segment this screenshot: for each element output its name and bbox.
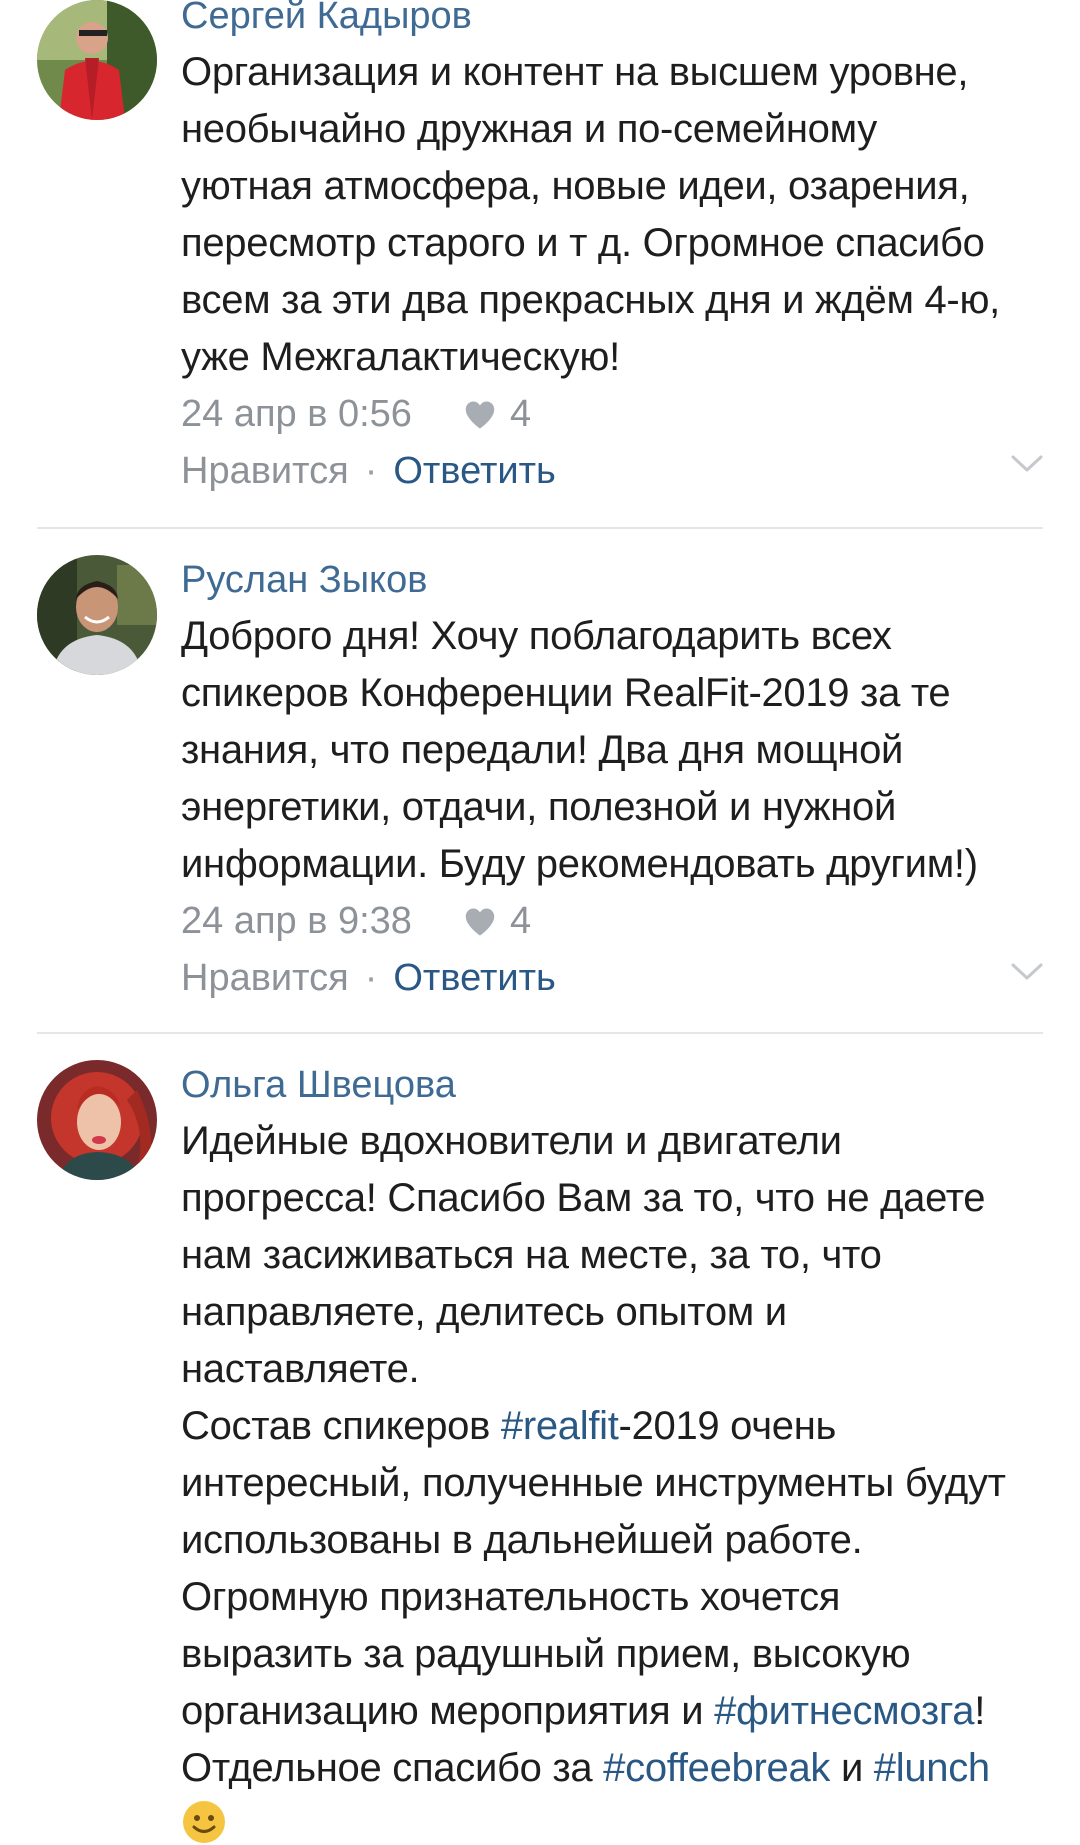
author-name[interactable]: Сергей Кадыров bbox=[181, 0, 1050, 44]
separator: · bbox=[364, 450, 378, 492]
separator: · bbox=[364, 957, 378, 999]
comment-date[interactable]: 24 апр в 9:38 bbox=[181, 893, 412, 950]
reply-button[interactable]: Ответить bbox=[393, 950, 555, 1007]
text-fragment: Идейные вдохновители и двигатели прогрес… bbox=[181, 1119, 986, 1448]
comment-text: Организация и контент на высшем уровне, … bbox=[181, 50, 1000, 379]
divider bbox=[37, 527, 1043, 529]
avatar[interactable] bbox=[37, 1060, 157, 1180]
comment-meta: 24 апр в 9:38 4 bbox=[181, 893, 1050, 950]
comment-actions: Нравится · Ответить bbox=[181, 443, 1050, 500]
comment-text: Доброго дня! Хочу поблагодарить всех спи… bbox=[181, 614, 978, 886]
divider bbox=[37, 1032, 1043, 1034]
comment-actions: Нравится · Ответить bbox=[181, 950, 1050, 1007]
avatar[interactable] bbox=[37, 0, 157, 120]
comment-meta: 24 апр в 0:56 4 bbox=[181, 386, 1050, 443]
hashtag-link[interactable]: #realfit bbox=[501, 1404, 619, 1448]
like-count: 4 bbox=[509, 900, 532, 942]
hashtag-link[interactable]: #фитнесмозга bbox=[714, 1689, 974, 1733]
comment-date[interactable]: 24 апр в 0:56 bbox=[181, 386, 412, 443]
chevron-down-icon[interactable] bbox=[1010, 454, 1044, 474]
like-button[interactable]: Нравится bbox=[181, 950, 349, 1007]
like-button[interactable]: Нравится bbox=[181, 443, 349, 500]
comment-text: Идейные вдохновители и двигатели прогрес… bbox=[181, 1113, 1050, 1797]
heart-icon bbox=[465, 908, 495, 935]
hashtag-link[interactable]: #lunch bbox=[874, 1746, 990, 1790]
smile-emoji-icon bbox=[183, 1801, 225, 1843]
author-name[interactable]: Руслан Зыков bbox=[181, 552, 1050, 608]
chevron-down-icon[interactable] bbox=[1010, 962, 1044, 982]
like-count: 4 bbox=[509, 393, 532, 435]
text-fragment: и bbox=[830, 1746, 874, 1790]
avatar[interactable] bbox=[37, 555, 157, 675]
text-fragment: -2019 очень интересный, полученные инстр… bbox=[181, 1404, 1006, 1733]
author-name[interactable]: Ольга Швецова bbox=[181, 1057, 1050, 1113]
hashtag-link[interactable]: #coffeebreak bbox=[603, 1746, 830, 1790]
reply-button[interactable]: Ответить bbox=[393, 443, 555, 500]
heart-icon bbox=[465, 401, 495, 428]
